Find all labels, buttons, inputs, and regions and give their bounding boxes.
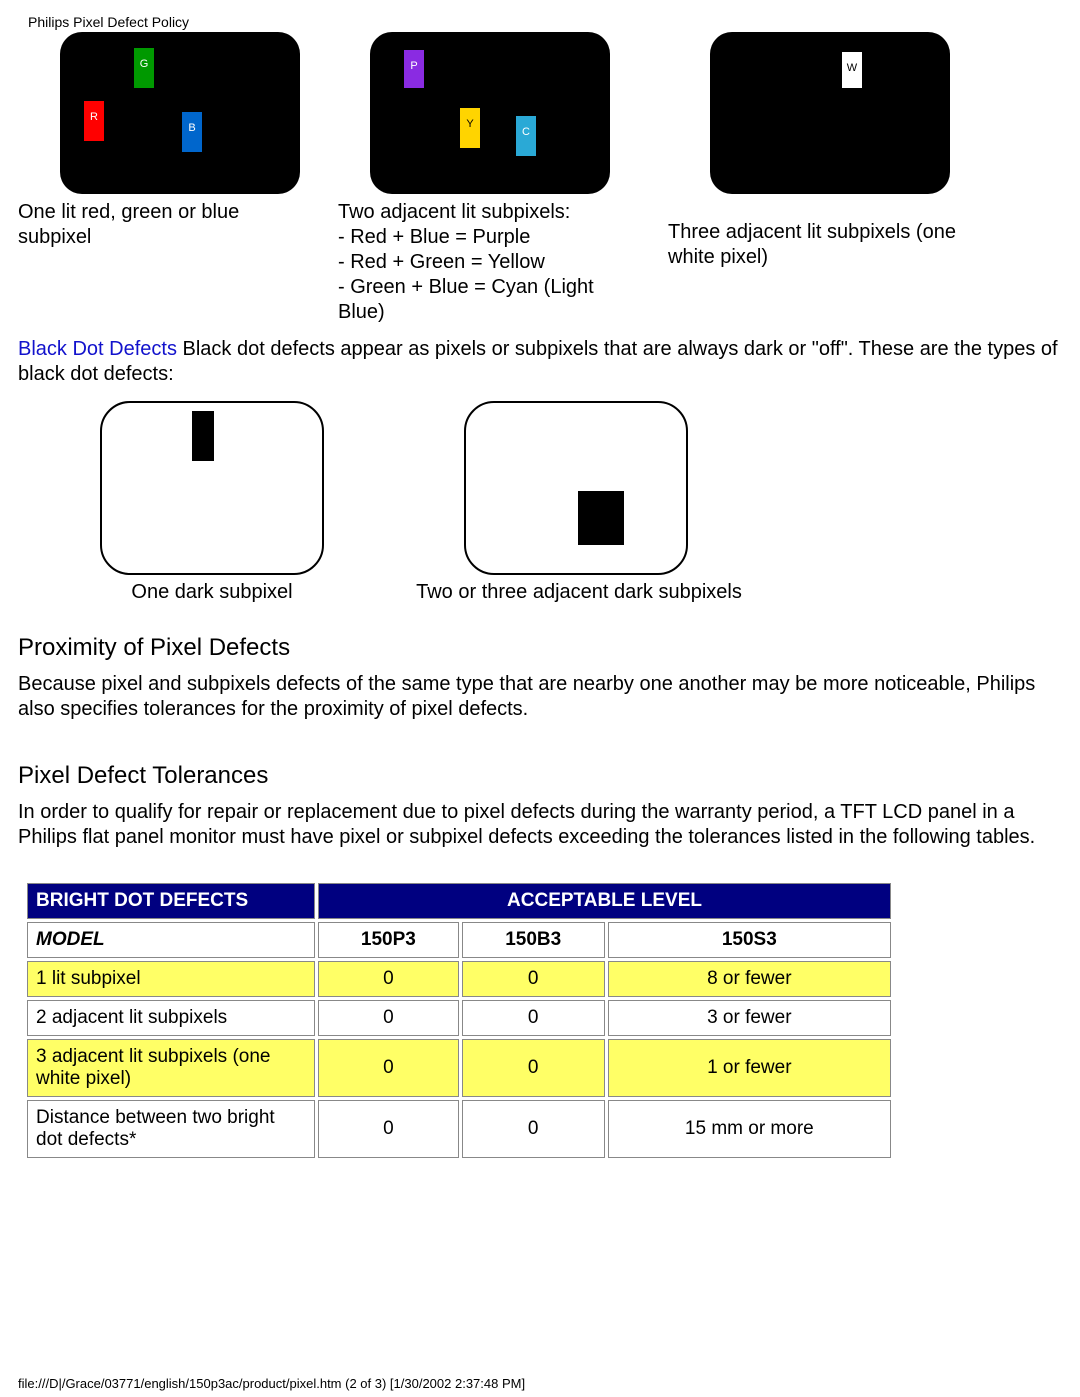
th-acceptable: ACCEPTABLE LEVEL <box>318 883 891 919</box>
chip-r: R <box>84 101 104 141</box>
td-val: 0 <box>462 961 605 997</box>
th-bright-dot: BRIGHT DOT DEFECTS <box>27 883 315 919</box>
table-row: 1 lit subpixel 0 0 8 or fewer <box>27 961 891 997</box>
table-row: 2 adjacent lit subpixels 0 0 3 or fewer <box>27 1000 891 1036</box>
tolerances-paragraph: In order to qualify for repair or replac… <box>18 800 1062 850</box>
bright-desc-2-head: Two adjacent lit subpixels: <box>338 201 570 223</box>
td-val: 0 <box>318 1000 459 1036</box>
table-row: 3 adjacent lit subpixels (one white pixe… <box>27 1039 891 1097</box>
bright-panel-pyc: P Y C <box>370 32 610 194</box>
dark-subpixels-icon <box>578 491 624 545</box>
bright-desc-2-l3: - Green + Blue = Cyan (Light Blue) <box>338 276 594 323</box>
td-label: 2 adjacent lit subpixels <box>27 1000 315 1036</box>
bright-panel-w: W <box>710 32 950 194</box>
black-dot-paragraph: Black Dot Defects Black dot defects appe… <box>18 337 1062 387</box>
dark-col-2: Two or three adjacent dark subpixels <box>464 401 754 604</box>
table-row: BRIGHT DOT DEFECTS ACCEPTABLE LEVEL <box>27 883 891 919</box>
td-val: 8 or fewer <box>608 961 891 997</box>
table-row: Distance between two bright dot defects*… <box>27 1100 891 1158</box>
bright-dot-row: R G B One lit red, green or blue subpixe… <box>18 32 1062 325</box>
td-model-label: MODEL <box>27 922 315 958</box>
bright-desc-1: One lit red, green or blue subpixel <box>18 200 308 250</box>
bright-col-3: W Three adjacent lit subpixels (one whit… <box>668 32 968 325</box>
td-label: Distance between two bright dot defects* <box>27 1100 315 1158</box>
bright-desc-2-l1: - Red + Blue = Purple <box>338 226 530 248</box>
dark-cap-2: Two or three adjacent dark subpixels <box>404 581 754 604</box>
td-label: 3 adjacent lit subpixels (one white pixe… <box>27 1039 315 1097</box>
td-val: 0 <box>462 1000 605 1036</box>
dark-dot-row: One dark subpixel Two or three adjacent … <box>100 401 1062 604</box>
chip-c: C <box>516 116 536 156</box>
dark-panel-1 <box>100 401 324 575</box>
bright-desc-2: Two adjacent lit subpixels: - Red + Blue… <box>338 200 638 325</box>
td-val: 0 <box>318 1039 459 1097</box>
td-val: 1 or fewer <box>608 1039 891 1097</box>
table-row: MODEL 150P3 150B3 150S3 <box>27 922 891 958</box>
tolerances-heading: Pixel Defect Tolerances <box>18 762 1062 790</box>
chip-b: B <box>182 112 202 152</box>
chip-p: P <box>404 50 424 88</box>
bright-col-1: R G B One lit red, green or blue subpixe… <box>18 32 308 325</box>
bright-col-2: P Y C Two adjacent lit subpixels: - Red … <box>338 32 638 325</box>
dark-cap-1: One dark subpixel <box>100 581 324 604</box>
page-title: Philips Pixel Defect Policy <box>28 14 1062 30</box>
td-label: 1 lit subpixel <box>27 961 315 997</box>
td-model-1: 150P3 <box>318 922 459 958</box>
dark-subpixel-icon <box>192 411 214 461</box>
dark-panel-2 <box>464 401 688 575</box>
proximity-paragraph: Because pixel and subpixels defects of t… <box>18 672 1062 722</box>
td-val: 15 mm or more <box>608 1100 891 1158</box>
bright-desc-2-l2: - Red + Green = Yellow <box>338 251 545 273</box>
bright-panel-rgb: R G B <box>60 32 300 194</box>
chip-y: Y <box>460 108 480 148</box>
chip-g: G <box>134 48 154 88</box>
td-val: 0 <box>462 1100 605 1158</box>
td-model-2: 150B3 <box>462 922 605 958</box>
footer-path: file:///D|/Grace/03771/english/150p3ac/p… <box>18 1376 525 1391</box>
chip-w: W <box>842 52 862 88</box>
td-val: 0 <box>462 1039 605 1097</box>
td-val: 0 <box>318 1100 459 1158</box>
black-dot-link[interactable]: Black Dot Defects <box>18 338 177 360</box>
dark-col-1: One dark subpixel <box>100 401 324 604</box>
tolerances-table: BRIGHT DOT DEFECTS ACCEPTABLE LEVEL MODE… <box>24 880 894 1161</box>
td-val: 3 or fewer <box>608 1000 891 1036</box>
proximity-heading: Proximity of Pixel Defects <box>18 634 1062 662</box>
bright-desc-3: Three adjacent lit subpixels (one white … <box>668 220 968 270</box>
td-model-3: 150S3 <box>608 922 891 958</box>
td-val: 0 <box>318 961 459 997</box>
